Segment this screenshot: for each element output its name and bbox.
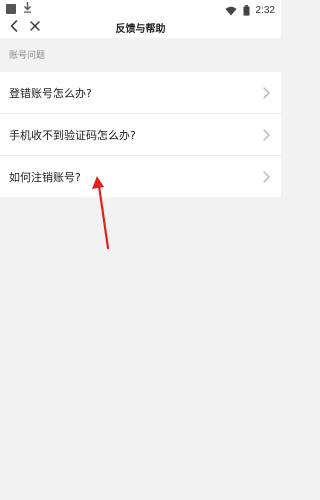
chevron-right-icon (263, 171, 270, 183)
status-bar: 2:32 (0, 0, 281, 16)
chevron-right-icon (263, 87, 270, 99)
faq-item-wrong-account[interactable]: 登错账号怎么办? (0, 72, 281, 114)
annotation-arrow (92, 176, 110, 250)
download-icon (23, 2, 32, 16)
faq-item-no-verification-code[interactable]: 手机收不到验证码怎么办? (0, 114, 281, 156)
faq-list: 登错账号怎么办? 手机收不到验证码怎么办? 如何注销账号? (0, 72, 281, 197)
faq-item-deactivate-account[interactable]: 如何注销账号? (0, 156, 281, 197)
app-icon (6, 4, 16, 14)
section-title: 账号问题 (9, 51, 46, 61)
page-title: 反馈与帮助 (115, 24, 166, 35)
faq-item-label: 手机收不到验证码怎么办? (9, 129, 136, 142)
faq-item-label: 如何注销账号? (9, 171, 81, 184)
chevron-right-icon (263, 129, 270, 141)
app-header: 反馈与帮助 (0, 16, 281, 38)
section-header: 账号问题 (0, 38, 281, 72)
faq-item-label: 登错账号怎么办? (9, 87, 92, 100)
status-time: 2:32 (255, 5, 275, 16)
status-left (6, 2, 32, 16)
